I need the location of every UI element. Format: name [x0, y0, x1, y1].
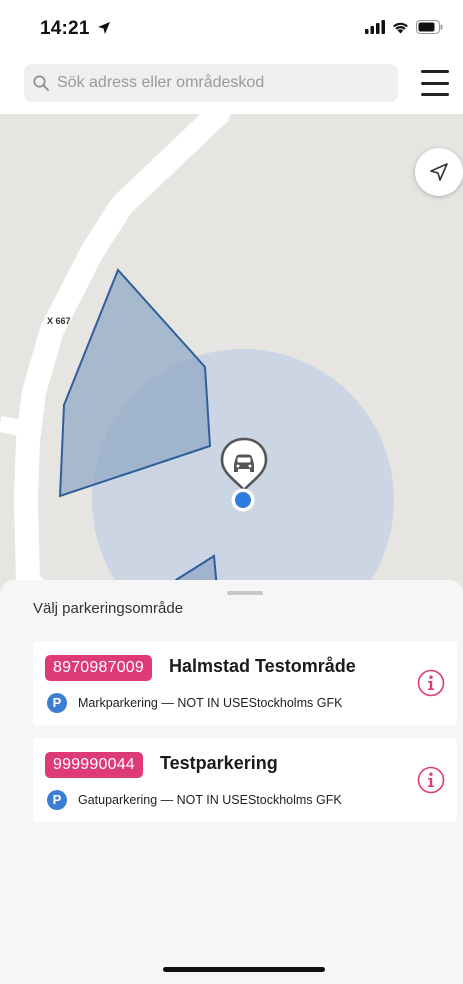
info-icon[interactable]	[417, 766, 445, 794]
area-detail: Markparkering — NOT IN USEStockholms GFK	[78, 696, 343, 710]
road-label: X 667	[47, 316, 71, 326]
menu-line	[421, 93, 449, 96]
search-box[interactable]	[24, 64, 398, 102]
status-icons	[365, 20, 443, 34]
battery-icon	[416, 20, 443, 34]
area-name: Halmstad Testområde	[169, 656, 356, 676]
menu-line	[421, 81, 449, 85]
navigation-arrow-icon	[430, 163, 448, 181]
search-input[interactable]	[55, 73, 389, 93]
cellular-signal-icon	[365, 20, 385, 34]
search-icon	[33, 75, 49, 91]
current-location-dot	[231, 488, 255, 512]
parking-area-card[interactable]: 8970987009 Halmstad Testområde P Markpar…	[33, 641, 457, 725]
parking-area-card[interactable]: 999990044 Testparkering P Gatuparkering …	[33, 738, 457, 822]
wifi-icon	[393, 22, 408, 34]
locate-button[interactable]	[415, 148, 463, 196]
road-branch	[0, 416, 34, 438]
info-icon[interactable]	[417, 669, 445, 697]
sheet-title: Välj parkeringsområde	[33, 600, 184, 617]
drag-handle[interactable]	[227, 591, 263, 595]
area-name: Testparkering	[160, 753, 278, 773]
location-arrow-icon	[98, 22, 111, 34]
home-indicator	[163, 967, 325, 972]
area-code-badge: 8970987009	[45, 655, 152, 681]
map-view[interactable]	[0, 114, 463, 594]
parking-icon: P	[47, 790, 67, 810]
area-detail: Gatuparkering — NOT IN USEStockholms GFK	[78, 793, 342, 807]
status-time: 14:21	[40, 18, 90, 39]
menu-line	[421, 70, 449, 73]
search-header	[0, 58, 463, 114]
area-code-badge: 999990044	[45, 752, 143, 778]
status-bar: 14:21	[0, 0, 463, 58]
parking-icon: P	[47, 693, 67, 713]
hamburger-menu-icon[interactable]	[421, 70, 449, 96]
parking-area-sheet: Välj parkeringsområde 8970987009 Halmsta…	[0, 580, 463, 984]
map-canvas	[0, 114, 394, 594]
status-time-wrapper: 14:21	[40, 18, 111, 40]
